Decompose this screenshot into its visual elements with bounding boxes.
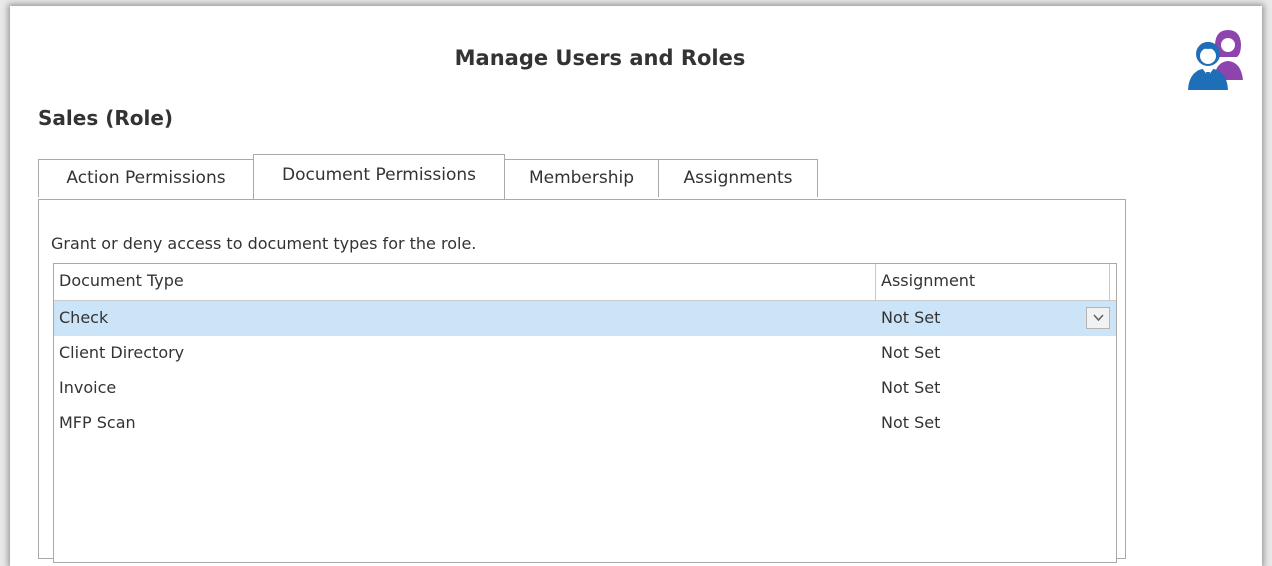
role-heading: Sales (Role) xyxy=(38,106,174,130)
tab-membership[interactable]: Membership xyxy=(504,159,659,197)
grid-header: Document Type Assignment xyxy=(54,264,1116,301)
document-type-cell: MFP Scan xyxy=(59,413,136,432)
assignment-cell[interactable]: Not Set xyxy=(881,406,940,440)
users-roles-icon xyxy=(1182,24,1254,92)
table-row[interactable]: Invoice Not Set xyxy=(54,371,1116,406)
document-type-cell: Check xyxy=(59,308,109,327)
table-row[interactable]: Check Not Set xyxy=(54,301,1116,336)
document-type-cell: Client Directory xyxy=(59,343,185,362)
manage-users-window: Manage Users and Roles Sales (Role) Acti… xyxy=(10,6,1262,566)
document-permissions-panel: Grant or deny access to document types f… xyxy=(38,199,1126,563)
document-permissions-grid[interactable]: Document Type Assignment Check Not Set C… xyxy=(53,263,1117,563)
assignment-cell[interactable]: Not Set xyxy=(881,371,940,405)
chevron-down-icon xyxy=(1093,314,1104,322)
table-row[interactable]: Client Directory Not Set xyxy=(54,336,1116,371)
tab-assignments[interactable]: Assignments xyxy=(658,159,818,197)
tab-document-permissions[interactable]: Document Permissions xyxy=(253,154,505,199)
column-header-assignment[interactable]: Assignment xyxy=(876,264,1110,300)
tab-action-permissions[interactable]: Action Permissions xyxy=(38,159,254,197)
panel-instruction: Grant or deny access to document types f… xyxy=(51,234,477,253)
assignment-cell[interactable]: Not Set xyxy=(881,301,940,335)
assignment-dropdown-button[interactable] xyxy=(1086,307,1110,329)
document-type-cell: Invoice xyxy=(59,378,117,397)
page-title: Manage Users and Roles xyxy=(454,46,746,70)
table-row[interactable]: MFP Scan Not Set xyxy=(54,406,1116,441)
assignment-cell[interactable]: Not Set xyxy=(881,336,940,370)
column-header-document-type[interactable]: Document Type xyxy=(54,264,876,300)
